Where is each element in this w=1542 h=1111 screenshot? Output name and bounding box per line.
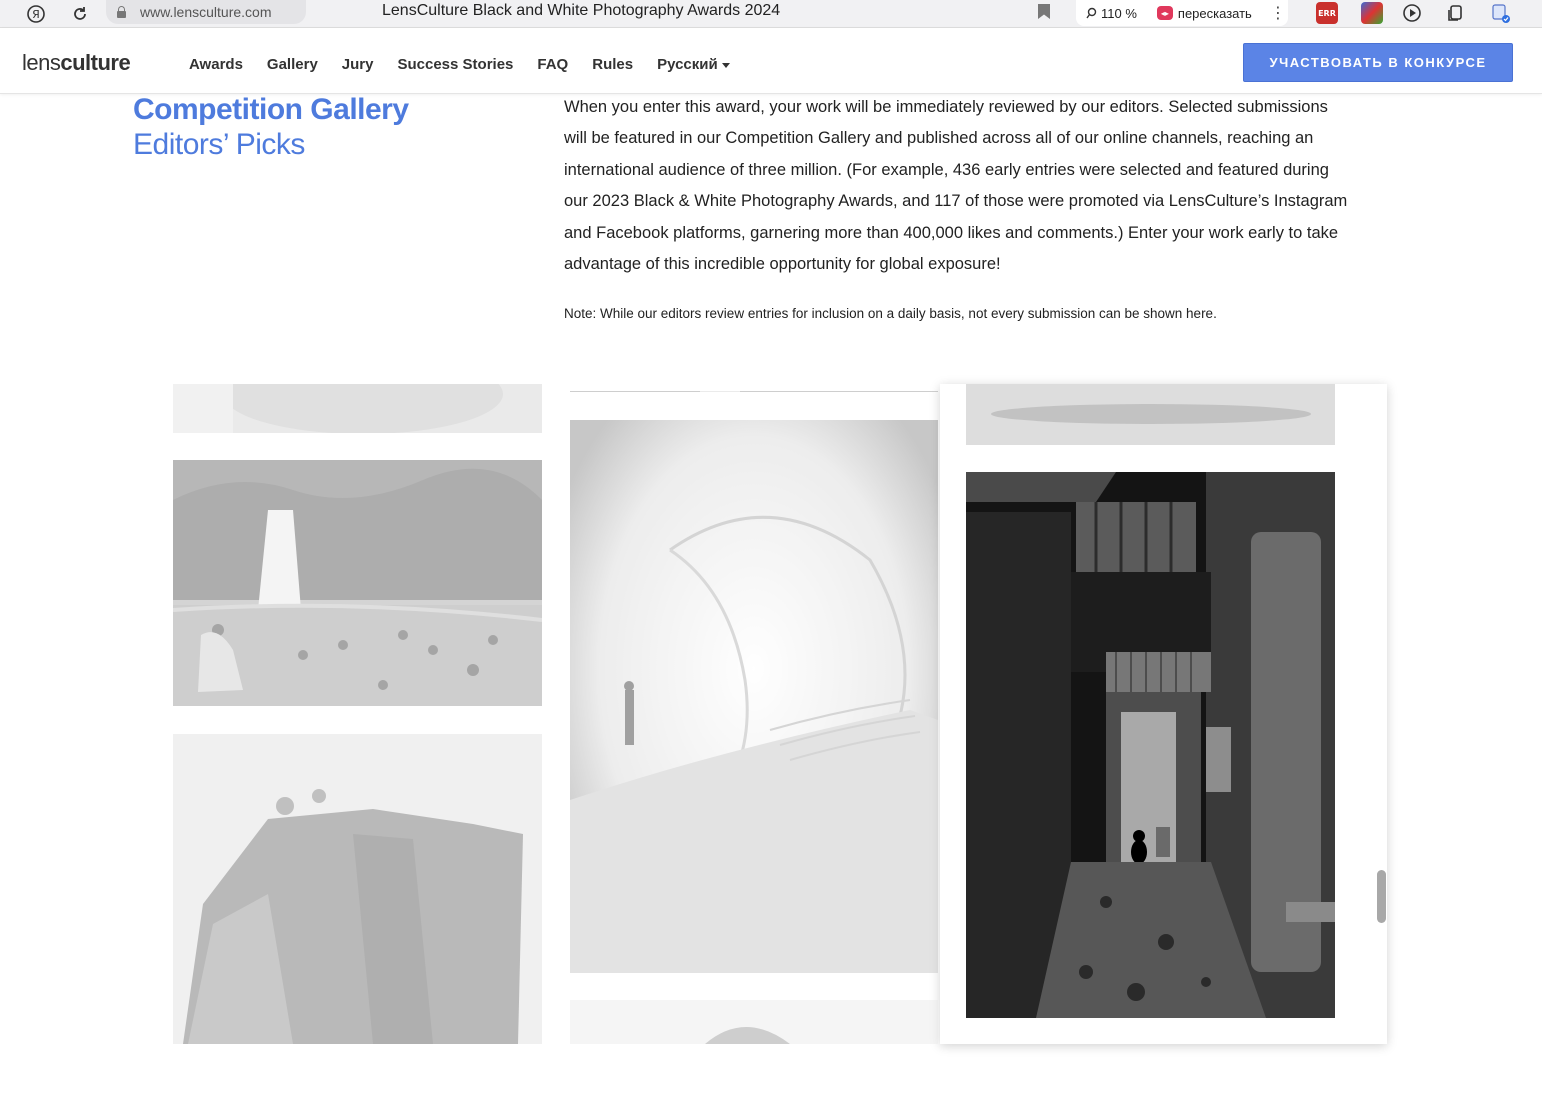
svg-text:Я: Я <box>32 8 40 21</box>
yandex-icon[interactable]: Я <box>24 2 48 26</box>
browser-toolbar: Я www.lensculture.com LensCulture Black … <box>0 0 1542 28</box>
retell-label: пересказать <box>1177 5 1252 21</box>
main-nav: Awards Gallery Jury Success Stories FAQ … <box>189 56 730 73</box>
url-text: www.lensculture.com <box>140 4 272 20</box>
magnifier-icon <box>1086 7 1097 19</box>
retell-button[interactable]: ◂▸ пересказать <box>1156 5 1252 21</box>
intro-paragraph: When you enter this award, your work wil… <box>564 98 1348 274</box>
logo-regular: lens <box>22 50 61 75</box>
tab-title: LensCulture Black and White Photography … <box>382 2 781 19</box>
address-bar[interactable]: www.lensculture.com <box>106 0 306 24</box>
gallery-photo-abstract-stairs-figure[interactable] <box>570 420 938 973</box>
language-label: Русский <box>657 56 718 73</box>
zoom-control[interactable]: 110 % <box>1086 6 1137 21</box>
gallery-photo-portrait-crop[interactable] <box>173 384 542 433</box>
extension-copy-icon[interactable] <box>1445 2 1467 24</box>
nav-awards[interactable]: Awards <box>189 56 243 73</box>
ext-err-text: ERR <box>1318 8 1336 18</box>
reload-icon[interactable] <box>68 2 92 26</box>
retell-icon: ◂▸ <box>1156 6 1173 20</box>
gallery-photo-waterfall-swimmers[interactable] <box>173 460 542 706</box>
gallery-photo-blurred-landscape[interactable] <box>966 384 1335 445</box>
extension-play-icon[interactable] <box>1401 2 1423 24</box>
nav-gallery[interactable]: Gallery <box>267 56 318 73</box>
gallery-photo-partial-top[interactable] <box>570 384 938 392</box>
more-options-icon[interactable]: ⋮ <box>1270 3 1286 22</box>
nav-rules[interactable]: Rules <box>592 56 633 73</box>
enter-competition-button[interactable]: УЧАСТВОВАТЬ В КОНКУРСЕ <box>1243 43 1513 82</box>
lock-icon <box>116 6 126 18</box>
zoom-level: 110 % <box>1101 5 1137 21</box>
zoom-retell-pill: 110 % ◂▸ пересказать <box>1076 0 1288 26</box>
gallery-photo-alley-with-cat[interactable] <box>966 472 1335 1018</box>
language-selector[interactable]: Русский <box>657 56 730 73</box>
page-scrollbar-thumb[interactable] <box>1377 870 1386 923</box>
extension-translate-icon[interactable] <box>1490 2 1512 24</box>
site-header: lensculture Awards Gallery Jury Success … <box>0 28 1542 94</box>
gallery-photo-cliff-in-fog[interactable] <box>173 734 542 1044</box>
page-title: Competition Gallery <box>133 93 409 126</box>
lensculture-logo[interactable]: lensculture <box>22 50 131 76</box>
gallery-photo-portrait-top[interactable] <box>570 1000 938 1044</box>
page-subtitle: Editors’ Picks <box>133 128 305 161</box>
extension-err-icon[interactable]: ERR <box>1316 2 1338 24</box>
nav-faq[interactable]: FAQ <box>537 56 568 73</box>
nav-jury[interactable]: Jury <box>342 56 374 73</box>
note-text: Note: While our editors review entries f… <box>564 306 1217 321</box>
caret-down-icon <box>721 62 730 68</box>
nav-success-stories[interactable]: Success Stories <box>397 56 513 73</box>
extension-color-icon[interactable] <box>1361 2 1383 24</box>
bookmark-icon[interactable] <box>1038 4 1050 19</box>
logo-bold: culture <box>60 50 131 75</box>
